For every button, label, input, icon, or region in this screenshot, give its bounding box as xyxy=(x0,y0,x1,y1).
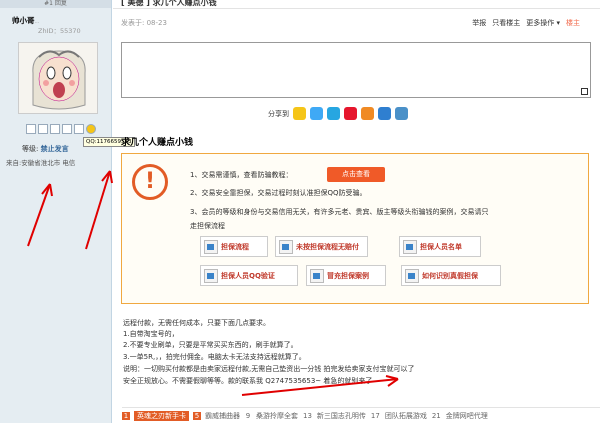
post-title: [ 美德 ] 求几个人赚点小钱 xyxy=(113,0,600,9)
body-line-2: 1.自带淘宝号的， xyxy=(123,330,179,338)
guarantee-process-button[interactable]: 担保流程 xyxy=(200,236,268,257)
profile-icon[interactable] xyxy=(50,124,60,134)
annotation-arrow-3 xyxy=(241,375,399,396)
identify-fake-guarantee-label: 如何识别真假担保 xyxy=(422,271,478,280)
no-compensation-button[interactable]: 未按担保流程无赔付 xyxy=(275,236,368,257)
host-badge: 楼主 xyxy=(566,19,580,27)
report-link[interactable]: 举报 xyxy=(472,18,486,28)
annotation-arrow-1 xyxy=(27,183,53,247)
rank-badge: 21 xyxy=(431,411,441,420)
sidebar-top: #1 回复 xyxy=(0,0,111,8)
shield-icon xyxy=(204,268,218,283)
online-icon[interactable] xyxy=(74,124,84,134)
shield-icon xyxy=(279,239,293,254)
hot-link[interactable]: 团队拓展游戏 xyxy=(385,411,427,421)
user-level: 等级: 禁止发言 xyxy=(22,144,69,154)
renren-share-icon[interactable] xyxy=(361,107,374,120)
user-location: 来自:安徽省淮北市 电信 xyxy=(6,159,76,167)
body-line-1: 远程付款，无需任何成本，只要下面几点要求。 xyxy=(123,319,270,327)
post-heading: 求几个人赚点小钱 xyxy=(121,138,194,148)
tencent-weibo-share-icon[interactable] xyxy=(327,107,340,120)
hot-links-bar: 1 英魂之刃新手卡 5 霸威捕曲器 9 桑游拎摩全套 13 新三国志孔明传 17 团队拓展… xyxy=(122,407,600,423)
notice-line-3: 3、会员的等级和身份与交易信用无关，有许多元老、贵宾、版主等级头衔骗钱的案例，交… xyxy=(190,208,489,216)
hot-link[interactable]: 英魂之刃新手卡 xyxy=(134,410,189,421)
post-date: 发表于: 08-23 xyxy=(121,19,167,27)
annotation-arrow-2 xyxy=(85,170,113,250)
more-actions-menu[interactable]: 更多操作 ▾ xyxy=(526,18,560,28)
guarantor-list-button[interactable]: 担保人员名单 xyxy=(399,236,481,257)
body-line-4: 3.一单5R,，，拍完付佣金。电脑太卡无法支持远程就算了。 xyxy=(123,353,306,361)
no-compensation-label: 未按担保流程无赔付 xyxy=(296,242,359,251)
body-line-3: 2.不要专业刷单，只要是平常买买东西的，刷手就算了。 xyxy=(123,341,298,349)
message-icon[interactable] xyxy=(26,124,36,134)
post-actions: 举报 只看楼主 更多操作 ▾ 楼主 xyxy=(472,18,580,28)
user-id: ZhID：55370 xyxy=(38,27,81,35)
user-action-icons xyxy=(26,124,96,134)
add-friend-icon[interactable] xyxy=(38,124,48,134)
rank-badge: 9 xyxy=(245,411,251,420)
share-label: 分享到 xyxy=(268,109,289,118)
guarantor-list-label: 担保人员名单 xyxy=(420,242,462,251)
hot-link[interactable]: 霸威捕曲器 xyxy=(205,411,240,421)
hot-link[interactable]: 金牌网吧代理 xyxy=(446,411,488,421)
post-main: [ 美德 ] 求几个人赚点小钱 发表于: 08-23 举报 只看楼主 更多操作 … xyxy=(113,0,600,423)
username-text[interactable]: 帅小哥 xyxy=(12,16,35,25)
share-bar: 分享到 xyxy=(268,107,408,120)
weibo-share-icon[interactable] xyxy=(344,107,357,120)
avatar[interactable] xyxy=(18,42,98,114)
rank-badge: 1 xyxy=(122,411,130,420)
shield-icon xyxy=(310,268,324,283)
guarantor-qq-verify-button[interactable]: 担保人员QQ验证 xyxy=(200,265,298,286)
guarantee-process-label: 担保流程 xyxy=(221,242,249,251)
check-tutorial-button[interactable]: 点击查看 xyxy=(327,167,385,182)
qq-share-icon[interactable] xyxy=(293,107,306,120)
shield-icon xyxy=(204,239,218,254)
only-host-link[interactable]: 只看楼主 xyxy=(492,18,520,28)
douban-share-icon[interactable] xyxy=(395,107,408,120)
fake-guarantee-cases-label: 冒充担保案例 xyxy=(327,271,369,280)
hot-link[interactable]: 桑游拎摩全套 xyxy=(256,411,298,421)
warning-icon: ! xyxy=(132,164,168,200)
rank-badge: 17 xyxy=(370,411,380,420)
shield-icon xyxy=(405,268,419,283)
guarantor-qq-verify-label: 担保人员QQ验证 xyxy=(221,271,275,280)
notice-line-3b: 走担保流程 xyxy=(190,222,225,230)
rank-badge: 13 xyxy=(303,411,312,420)
safety-notice: ! 1、交易需谨慎，查看防骗教程： 点击查看 2、交易安全靠担保，交易过程时刻认… xyxy=(121,153,589,304)
level-label: 等级: xyxy=(22,145,39,153)
username[interactable]: 帅小哥... xyxy=(12,15,39,26)
notice-line-1: 1、交易需谨慎，查看防骗教程： xyxy=(190,171,293,179)
rank-badge: 5 xyxy=(193,411,201,420)
post-content-box[interactable] xyxy=(121,42,591,98)
hot-link[interactable]: 新三国志孔明传 xyxy=(317,411,366,421)
fake-guarantee-cases-button[interactable]: 冒充担保案例 xyxy=(306,265,386,286)
shield-icon xyxy=(403,239,417,254)
level-value[interactable]: 禁止发言 xyxy=(41,145,69,153)
notice-line-2: 2、交易安全靠担保，交易过程时刻认准担保QQ防受骗。 xyxy=(190,189,367,197)
star-share-icon[interactable] xyxy=(378,107,391,120)
resize-icon[interactable] xyxy=(581,88,588,95)
identify-fake-guarantee-button[interactable]: 如何识别真假担保 xyxy=(401,265,501,286)
qq-icon[interactable] xyxy=(86,124,96,134)
avatar-image xyxy=(19,43,97,113)
qzone-share-icon[interactable] xyxy=(310,107,323,120)
email-icon[interactable] xyxy=(62,124,72,134)
